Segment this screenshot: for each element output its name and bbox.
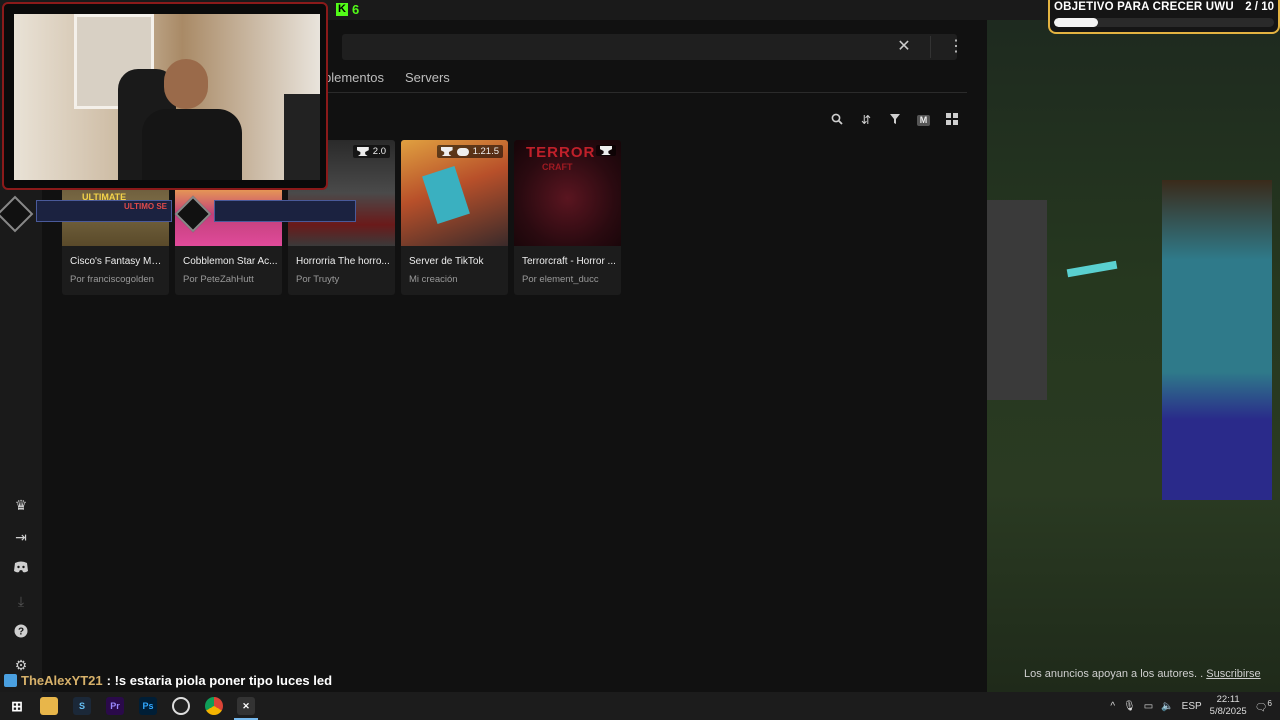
filter-icon[interactable] [888,113,902,127]
stream-goal-overlay: OBJETIVO PARA CRECER UWU 2 / 10 [1048,0,1280,34]
chevron-up-icon[interactable]: ^ [1110,701,1115,712]
divider [930,36,931,58]
version-badge: 2.0 [352,145,390,158]
card-title: Horrorria The horro... [296,256,390,267]
streamer-body [142,109,242,180]
skeleton-figure [987,200,1047,400]
notification-icon[interactable]: 🗨6 [1255,698,1272,713]
system-tray: ^ 🎙 ▭ 🔈 ESP 22:11 5/8/2025 🗨6 [1110,692,1280,720]
ad-video-panel [987,20,1280,692]
anvil-icon [600,146,612,155]
goal-progress-bar [1054,18,1274,27]
card-thumbnail: 1.21.5 [401,140,508,246]
tab-bar: plementos Servers [324,70,450,85]
ads-notice-text: Los anuncios apoyan a los autores. . [1024,668,1204,680]
sort-icon[interactable]: ⇵ [859,113,873,127]
webcam-overlay [2,2,328,190]
toolbar: ⇵ M [830,113,959,127]
more-options-icon[interactable]: ⋮ [948,38,964,56]
notification-count: 6 [1267,698,1272,709]
download-icon[interactable]: ⤓ [12,592,30,610]
diamond-sword [1066,260,1118,278]
version-badge: 1.21.5 [436,145,503,158]
character-art [422,165,470,225]
search-icon[interactable] [830,113,844,127]
card-author: Por franciscogolden [70,274,154,285]
close-icon[interactable]: ✕ [895,38,913,56]
steve-figure [1162,180,1272,500]
webcam-nameplate: ULTIMO SE [36,200,172,222]
anvil-icon [440,147,453,156]
card-title: Cobblemon Star Ac... [183,256,278,267]
obs-icon[interactable] [172,697,190,715]
chrome-icon[interactable] [205,697,223,715]
volume-icon[interactable]: 🔈 [1161,701,1173,712]
search-input[interactable] [342,34,957,60]
card-overlay-text: CRAFT [542,162,573,172]
photoshop-icon[interactable]: Ps [139,697,157,715]
m-icon[interactable]: M [917,115,930,126]
card-author: Por element_ducc [522,274,599,285]
card-title: Terrorcraft - Horror ... [522,256,616,267]
grid-icon[interactable] [945,113,959,127]
goal-count: 2 / 10 [1245,1,1274,13]
modpack-card[interactable]: TERROR CRAFT Terrorcraft - Horror ... Po… [514,140,621,295]
windows-start-icon[interactable]: ⊞ [8,697,26,715]
settings-gear-icon[interactable]: ⚙ [12,656,30,674]
kick-logo-icon: K [336,3,348,16]
windows-taskbar: ⊞ S Pr Ps ✕ ^ 🎙 ▭ 🔈 ESP 22:11 5/8/2025 🗨… [0,692,1280,720]
steam-icon[interactable]: S [73,697,91,715]
login-icon[interactable]: ⇥ [12,528,30,546]
version-badge [596,145,616,156]
gamepad-icon [456,147,469,156]
goal-progress-fill [1054,18,1098,27]
tab-servers[interactable]: Servers [405,70,450,85]
file-explorer-icon[interactable] [40,697,58,715]
anvil-icon [356,147,369,156]
network-icon[interactable]: ▭ [1144,701,1153,712]
ads-notice: Los anuncios apoyan a los autores. . Sus… [1024,668,1261,680]
clock[interactable]: 22:11 5/8/2025 [1210,694,1247,718]
crown-icon[interactable]: ♛ [12,496,30,514]
webcam-nameplate [214,200,356,222]
chat-text: : !s estaria piola poner tipo luces led [106,673,333,688]
clock-time: 22:11 [1216,694,1240,705]
version-label: 1.21.5 [472,146,499,157]
card-author: Mi creación [409,274,458,285]
streamer-face [164,59,208,109]
card-author: Por Truyty [296,274,340,285]
card-title: Cisco's Fantasy Med... [70,256,166,267]
goal-label: OBJETIVO PARA CRECER UWU [1054,1,1234,13]
modpack-card[interactable]: 1.21.5 Server de TikTok Mi creación [401,140,508,295]
card-title: Server de TikTok [409,256,484,267]
subscribe-link[interactable]: Suscribirse [1206,668,1260,680]
office-chair [284,94,320,180]
language-indicator[interactable]: ESP [1182,701,1202,712]
chat-platform-icon [4,674,17,687]
webcam-feed [14,14,320,180]
chat-message: TheAlexYT21 : !s estaria piola poner tip… [4,673,332,688]
curseforge-icon[interactable]: ✕ [237,697,255,715]
help-icon[interactable]: ? [12,624,30,642]
nameplate-text: ULTIMO SE [124,202,167,211]
card-thumbnail: TERROR CRAFT [514,140,621,246]
card-overlay-text: TERROR [526,144,596,161]
microphone-icon[interactable]: 🎙 [1123,701,1136,712]
tab-complementos[interactable]: plementos [324,70,384,85]
discord-icon[interactable] [12,560,30,578]
premiere-icon[interactable]: Pr [106,697,124,715]
clock-date: 5/8/2025 [1209,706,1247,717]
kick-count-value: 6 [352,2,360,17]
chat-username: TheAlexYT21 [21,673,103,688]
svg-text:?: ? [18,627,24,638]
kick-follower-counter: K 6 [336,2,359,17]
version-label: 2.0 [372,146,386,157]
card-author: Por PeteZahHutt [183,274,254,285]
